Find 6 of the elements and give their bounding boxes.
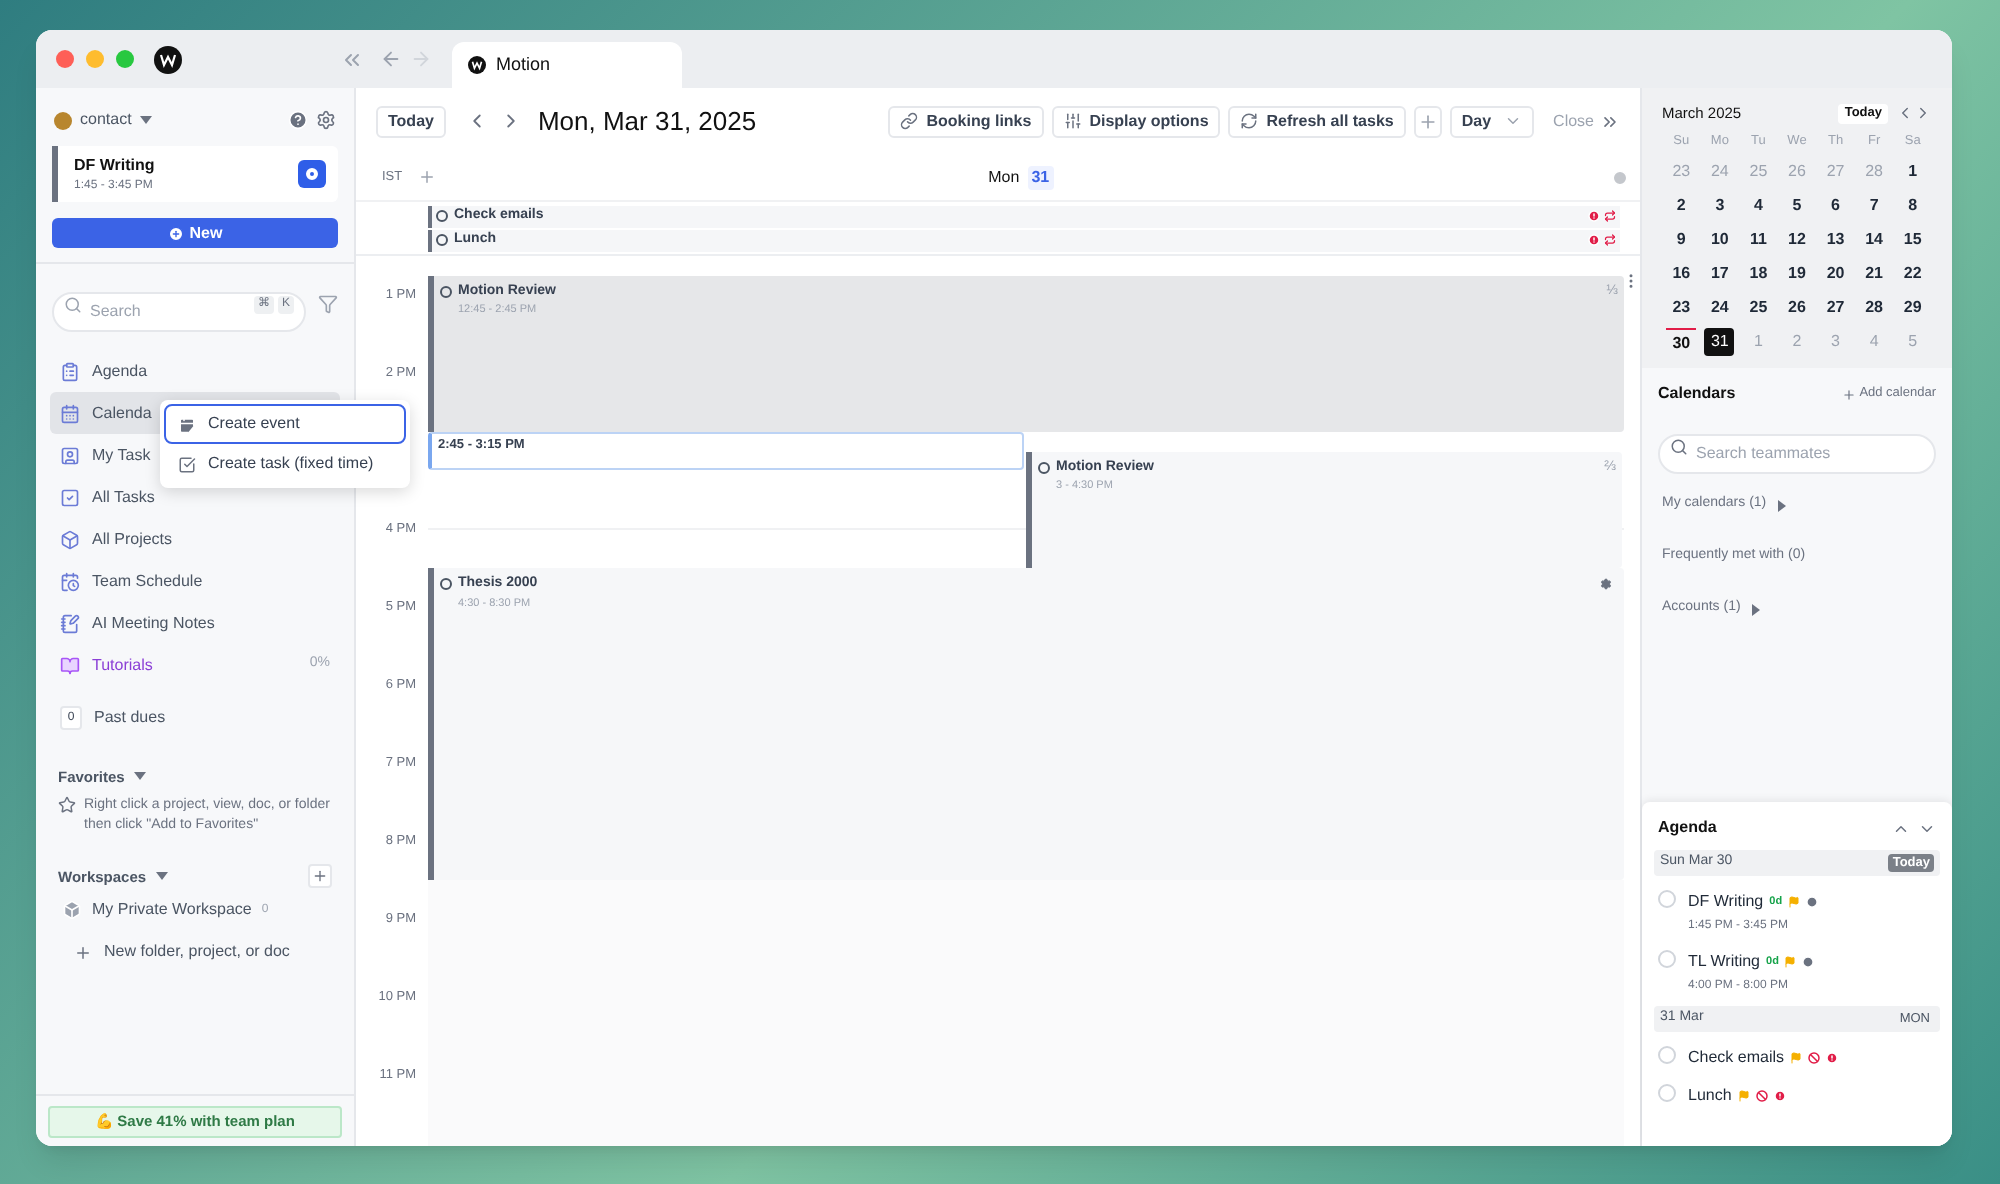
day-number: 31 [1027, 165, 1054, 189]
date-title: Mon, Mar 31, 2025 [537, 103, 757, 140]
panel-title: Calendars [1658, 382, 1736, 406]
task-title: DF Writing [74, 153, 155, 177]
panel-title: Agenda [1658, 816, 1717, 840]
weekday-label: Mon [988, 165, 1020, 189]
